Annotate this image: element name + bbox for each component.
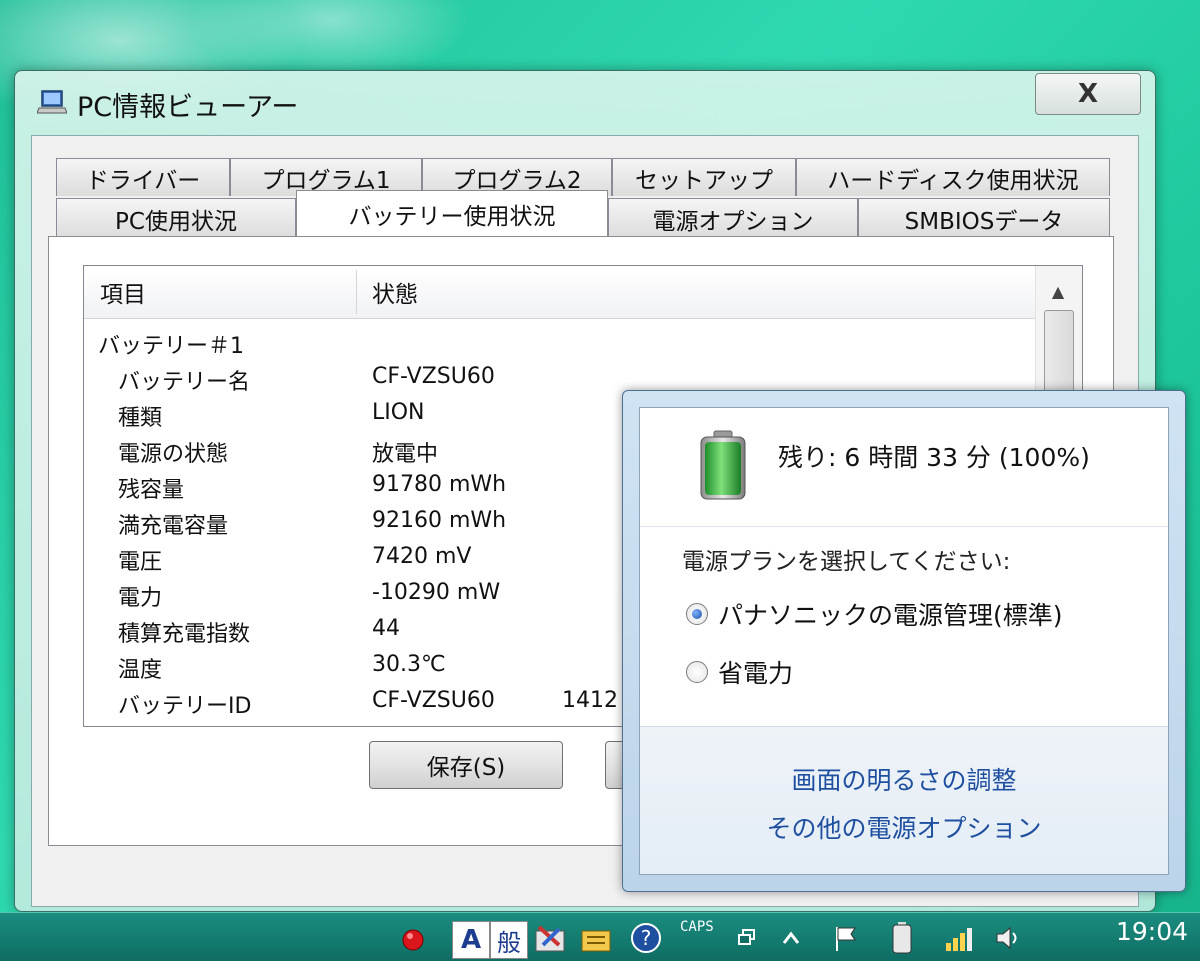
ime-pad-icon[interactable]: [576, 919, 616, 957]
battery-tray-icon[interactable]: [884, 919, 920, 957]
chevron-up-icon: [782, 931, 800, 944]
tab-label: ハードディスク使用状況: [827, 167, 1079, 194]
column-header-status[interactable]: 状態: [372, 266, 418, 318]
caps-lock-indicator: CAPS: [680, 919, 714, 935]
list-group-row[interactable]: バッテリー＃1: [84, 324, 1036, 360]
tab-label: 電源オプション: [652, 208, 814, 235]
window-restore-icon[interactable]: [736, 927, 758, 947]
row-status: 放電中: [372, 442, 439, 467]
tab-driver[interactable]: ドライバー: [56, 158, 230, 196]
radio-button[interactable]: [686, 661, 708, 683]
brightness-link[interactable]: 画面の明るさの調整: [640, 761, 1168, 797]
row-item: バッテリー名: [118, 370, 251, 395]
ime-mode-indicator[interactable]: A: [452, 921, 490, 959]
tab-label: SMBIOSデータ: [904, 208, 1064, 235]
row-item: 電源の状態: [118, 442, 229, 467]
restore-icon: [738, 929, 755, 945]
row-status: 92160 mWh: [372, 508, 507, 533]
row-status: 91780 mWh: [372, 472, 507, 497]
radio-button[interactable]: [686, 603, 708, 625]
battery-icon: [892, 922, 912, 954]
list-header: 項目 状態: [84, 266, 1036, 319]
ime-kanji-label: 般: [497, 928, 521, 957]
red-ball-icon: [402, 929, 424, 951]
ime-kanji-indicator[interactable]: 般: [490, 921, 528, 959]
taskbar: A 般 ? CAPS 19:04: [0, 912, 1200, 961]
speaker-icon: [996, 926, 1017, 950]
battery-remaining-text: 残り: 6 時間 33 分 (100%): [778, 443, 1090, 472]
row-status: -10290 mW: [372, 580, 501, 605]
row-status: 44: [372, 616, 400, 641]
tab-hdd-usage[interactable]: ハードディスク使用状況: [796, 158, 1110, 196]
scroll-up-arrow-icon[interactable]: ▲: [1042, 274, 1074, 308]
laptop-app-icon: [37, 90, 67, 114]
tab-label: セットアップ: [635, 167, 773, 194]
row-status: 30.3℃: [372, 652, 446, 677]
close-button[interactable]: X: [1035, 73, 1141, 115]
tab-label: ドライバー: [85, 167, 201, 194]
tab-setup[interactable]: セットアップ: [612, 158, 796, 196]
tab-smbios-data[interactable]: SMBIOSデータ: [858, 198, 1110, 238]
row-item: 積算充電指数: [118, 622, 251, 647]
show-hidden-icons-icon[interactable]: [776, 919, 806, 957]
row-status: 7420 mV: [372, 544, 472, 569]
network-signal-icon[interactable]: [940, 919, 976, 957]
action-center-flag-icon[interactable]: [826, 919, 866, 957]
battery-status-section: 残り: 6 時間 33 分 (100%): [640, 408, 1168, 527]
tab-battery-usage[interactable]: バッテリー使用状況: [296, 190, 608, 236]
tab-label: PC使用状況: [115, 208, 237, 235]
power-plan-label: 省電力: [718, 659, 794, 688]
power-plan-option-standard[interactable]: パナソニックの電源管理(標準): [686, 594, 1063, 634]
more-power-options-link[interactable]: その他の電源オプション: [640, 809, 1168, 845]
ime-tools-icon[interactable]: [530, 919, 570, 957]
row-status: CF-VZSU60: [372, 688, 495, 713]
toolbox-icon: [535, 925, 565, 952]
flag-icon: [836, 927, 856, 951]
battery-flyout: 残り: 6 時間 33 分 (100%) 電源プランを選択してください: パナソ…: [622, 390, 1186, 892]
svg-text:?: ?: [641, 926, 652, 950]
row-item: 残容量: [118, 478, 185, 503]
tab-pc-usage[interactable]: PC使用状況: [56, 198, 296, 238]
window-title: PC情報ビューアー: [77, 92, 299, 123]
close-icon: X: [1077, 79, 1099, 109]
taskbar-clock[interactable]: 19:04: [1116, 917, 1188, 946]
row-item: 電力: [118, 586, 163, 611]
ime-red-ball-icon[interactable]: [396, 919, 432, 957]
column-header-item[interactable]: 項目: [100, 266, 146, 318]
title-bar[interactable]: PC情報ビューアー X: [15, 71, 1155, 133]
power-plan-prompt: 電源プランを選択してください:: [682, 549, 1011, 575]
radio-selected-dot: [692, 609, 702, 619]
row-status-extra: 1412: [562, 688, 618, 713]
group-label: バッテリー＃1: [98, 334, 244, 359]
row-status: LION: [372, 400, 425, 425]
battery-flyout-content: 残り: 6 時間 33 分 (100%) 電源プランを選択してください: パナソ…: [639, 407, 1169, 875]
power-plan-label: パナソニックの電源管理(標準): [718, 601, 1063, 630]
column-divider[interactable]: [356, 270, 357, 314]
battery-icon: [700, 430, 746, 500]
flyout-links-section: 画面の明るさの調整 その他の電源オプション: [640, 726, 1168, 874]
row-item: 電圧: [118, 550, 163, 575]
question-icon: ?: [631, 923, 661, 953]
signal-bars-icon: [946, 928, 972, 951]
row-status: CF-VZSU60: [372, 364, 495, 389]
row-item: 満充電容量: [118, 514, 229, 539]
tab-label: バッテリー使用状況: [348, 203, 556, 230]
save-button[interactable]: 保存(S): [369, 741, 563, 789]
volume-icon[interactable]: [990, 919, 1026, 957]
power-plan-option-saver[interactable]: 省電力: [686, 652, 793, 692]
row-item: 種類: [118, 406, 163, 431]
row-item: バッテリーID: [118, 694, 252, 719]
row-item: 温度: [118, 658, 163, 683]
pad-icon: [581, 930, 611, 952]
tab-power-options[interactable]: 電源オプション: [608, 198, 858, 238]
ime-mode-label: A: [460, 925, 482, 955]
help-icon[interactable]: ?: [626, 919, 666, 957]
